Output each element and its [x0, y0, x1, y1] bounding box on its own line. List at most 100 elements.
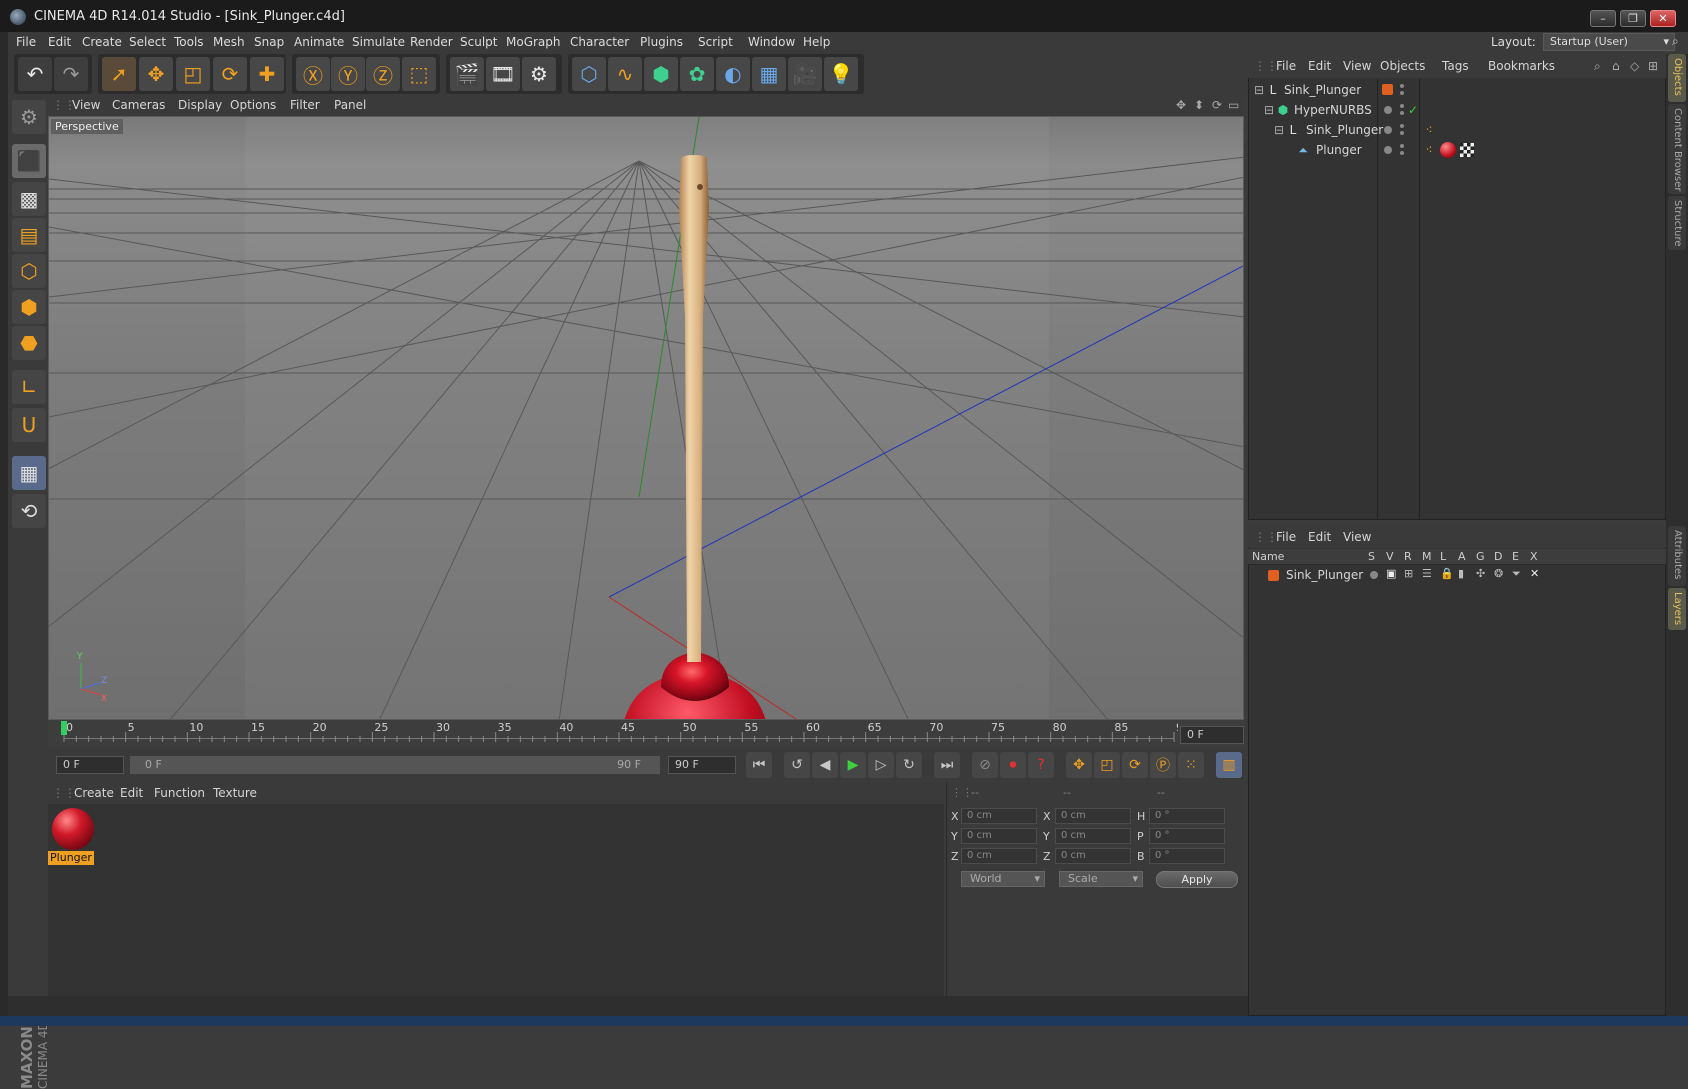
current-frame-field[interactable]: 0 F — [1180, 726, 1244, 744]
collapse-toggle-icon[interactable]: ⊟ — [1272, 123, 1286, 137]
object-name[interactable]: Sink_Plunger — [1284, 83, 1361, 97]
camera-icon[interactable]: 🎥 — [788, 57, 822, 91]
rotation-b-field[interactable]: 0 ° — [1149, 848, 1225, 864]
vp-menu-options[interactable]: Options — [230, 98, 276, 112]
redo-icon[interactable]: ↷ — [54, 57, 88, 91]
new-window-icon[interactable]: ⊞ — [1648, 59, 1658, 73]
end-frame-field[interactable]: 90 F — [668, 756, 736, 774]
vp-menu-filter[interactable]: Filter — [290, 98, 320, 112]
obj-menu-tags[interactable]: Tags — [1442, 59, 1469, 73]
workplane-lock-icon[interactable]: ▦ — [12, 456, 46, 490]
menu-file[interactable]: File — [16, 35, 36, 49]
coordinate-mode-select[interactable]: World ▾ — [961, 871, 1045, 887]
obj-menu-bookmarks[interactable]: Bookmarks — [1488, 59, 1555, 73]
object-row[interactable]: ⊟ Ⅼ Sink_Plunger — [1248, 80, 1666, 100]
key-rotation-icon[interactable]: ⟳ — [1122, 752, 1148, 778]
key-pla-icon[interactable]: ⁙ — [1178, 752, 1204, 778]
menu-animate[interactable]: Animate — [294, 35, 344, 49]
menu-edit[interactable]: Edit — [48, 35, 71, 49]
key-scale-icon[interactable]: ◰ — [1094, 752, 1120, 778]
menu-mesh[interactable]: Mesh — [213, 35, 245, 49]
menu-simulate[interactable]: Simulate — [352, 35, 405, 49]
eye-icon[interactable]: ▣ — [1386, 567, 1396, 580]
start-frame-field[interactable]: 0 F — [56, 756, 124, 774]
menu-snap[interactable]: Snap — [254, 35, 284, 49]
expressions-icon[interactable]: ⏷ — [1512, 567, 1521, 581]
rotation-p-field[interactable]: 0 ° — [1149, 828, 1225, 844]
tab-content-browser[interactable]: Content Browser — [1668, 104, 1686, 194]
menu-create[interactable]: Create — [82, 35, 122, 49]
vp-menu-display[interactable]: Display — [178, 98, 222, 112]
frame-range-slider[interactable]: 0 F 90 F — [130, 756, 660, 774]
workplane-mode-icon[interactable]: ▤ — [12, 218, 46, 252]
cube-primitive-icon[interactable]: ⬡ — [572, 57, 606, 91]
undo-icon[interactable]: ↶ — [18, 57, 52, 91]
layer-menu-file[interactable]: File — [1276, 530, 1296, 544]
texture-mode-icon[interactable]: ▩ — [12, 182, 46, 216]
magnet-icon[interactable]: U — [12, 408, 46, 442]
timeline-window-icon[interactable]: ▥ — [1216, 752, 1242, 778]
collapse-toggle-icon[interactable]: ⊟ — [1252, 83, 1266, 97]
mat-menu-edit[interactable]: Edit — [120, 786, 143, 800]
key-parameter-icon[interactable]: Ⓟ — [1150, 752, 1176, 778]
z-axis-lock-icon[interactable]: Ⓩ — [366, 57, 400, 91]
panel-grip-icon[interactable]: ⋮⋮ — [52, 786, 76, 800]
layout-select[interactable]: Startup (User) ▾ — [1543, 33, 1675, 51]
close-button[interactable]: ✕ — [1650, 10, 1676, 27]
object-name[interactable]: Sink_Plunger — [1306, 123, 1383, 137]
material-name[interactable]: Plunger — [48, 851, 94, 865]
viewport-scene[interactable]: Y Z X — [49, 117, 1244, 720]
search-icon[interactable]: ⌕ — [1672, 34, 1679, 49]
maximize-view-icon[interactable]: ▭ — [1228, 98, 1239, 112]
keyframe-selection-icon[interactable]: ? — [1028, 752, 1054, 778]
mat-menu-function[interactable]: Function — [154, 786, 205, 800]
goto-start-icon[interactable]: ⏮ — [746, 752, 772, 778]
collapse-toggle-icon[interactable]: ⊟ — [1262, 103, 1276, 117]
layer-name[interactable]: Sink_Plunger — [1286, 568, 1363, 582]
axis-mode-icon[interactable]: ∟ — [12, 370, 46, 404]
next-frame-icon[interactable]: ▷ — [868, 752, 894, 778]
menu-window[interactable]: Window — [748, 35, 795, 49]
edges-mode-icon[interactable]: ⬢ — [12, 290, 46, 324]
animation-icon[interactable]: ▮ — [1458, 567, 1464, 580]
layer-row[interactable]: Sink_Plunger ▣ ⊞ ☰ 🔒 ▮ ✣ ❂ ⏷ ✕ — [1248, 566, 1666, 584]
live-selection-icon[interactable]: ➚ — [102, 57, 136, 91]
prev-frame-icon[interactable]: ◀ — [812, 752, 838, 778]
menu-mograph[interactable]: MoGraph — [506, 35, 561, 49]
render-icon[interactable]: ⊞ — [1404, 567, 1413, 580]
prev-key-icon[interactable]: ↺ — [784, 752, 810, 778]
perspective-viewport[interactable]: Y Z X Perspective — [48, 116, 1244, 720]
layer-menu-view[interactable]: View — [1343, 530, 1371, 544]
coordinate-system-icon[interactable]: ⬚ — [402, 57, 436, 91]
render-settings-icon[interactable]: ⚙ — [522, 57, 556, 91]
deformer-icon[interactable]: ◐ — [716, 57, 750, 91]
array-icon[interactable]: ✿ — [680, 57, 714, 91]
scale-z-field[interactable]: 0 cm — [1055, 848, 1131, 864]
nurbs-icon[interactable]: ⬢ — [644, 57, 678, 91]
menu-help[interactable]: Help — [803, 35, 830, 49]
menu-sculpt[interactable]: Sculpt — [460, 35, 497, 49]
deformers-icon[interactable]: ❂ — [1494, 567, 1503, 580]
vp-menu-view[interactable]: View — [72, 98, 100, 112]
mat-menu-create[interactable]: Create — [74, 786, 114, 800]
y-axis-lock-icon[interactable]: Ⓨ — [331, 57, 365, 91]
spline-pen-icon[interactable]: ∿ — [608, 57, 642, 91]
snap-settings-icon[interactable]: ⟲ — [12, 494, 46, 528]
size-mode-select[interactable]: Scale ▾ — [1059, 871, 1143, 887]
menu-plugins[interactable]: Plugins — [640, 35, 683, 49]
material-tag-icon[interactable] — [1440, 142, 1456, 158]
position-y-field[interactable]: 0 cm — [961, 828, 1037, 844]
rotate-icon[interactable]: ⟳ — [213, 57, 247, 91]
timeline-ruler[interactable]: 0 5 10 15 20 25 30 35 40 45 50 55 60 65 70 75 80 85 90 — [48, 720, 1244, 746]
material-preview[interactable] — [52, 808, 94, 850]
object-row[interactable]: ⏶ Plunger ⁖ — [1248, 140, 1666, 160]
panel-grip-icon[interactable]: ⋮⋮ — [1254, 530, 1278, 544]
menu-character[interactable]: Character — [570, 35, 629, 49]
playhead[interactable] — [61, 721, 67, 735]
object-row[interactable]: ⊟ Ⅼ Sink_Plunger ⁖ — [1248, 120, 1666, 140]
layer-menu-edit[interactable]: Edit — [1308, 530, 1331, 544]
render-picture-viewer-icon[interactable]: 🎞 — [486, 57, 520, 91]
floor-icon[interactable]: ▦ — [752, 57, 786, 91]
rotation-h-field[interactable]: 0 ° — [1149, 808, 1225, 824]
key-position-icon[interactable]: ✥ — [1066, 752, 1092, 778]
